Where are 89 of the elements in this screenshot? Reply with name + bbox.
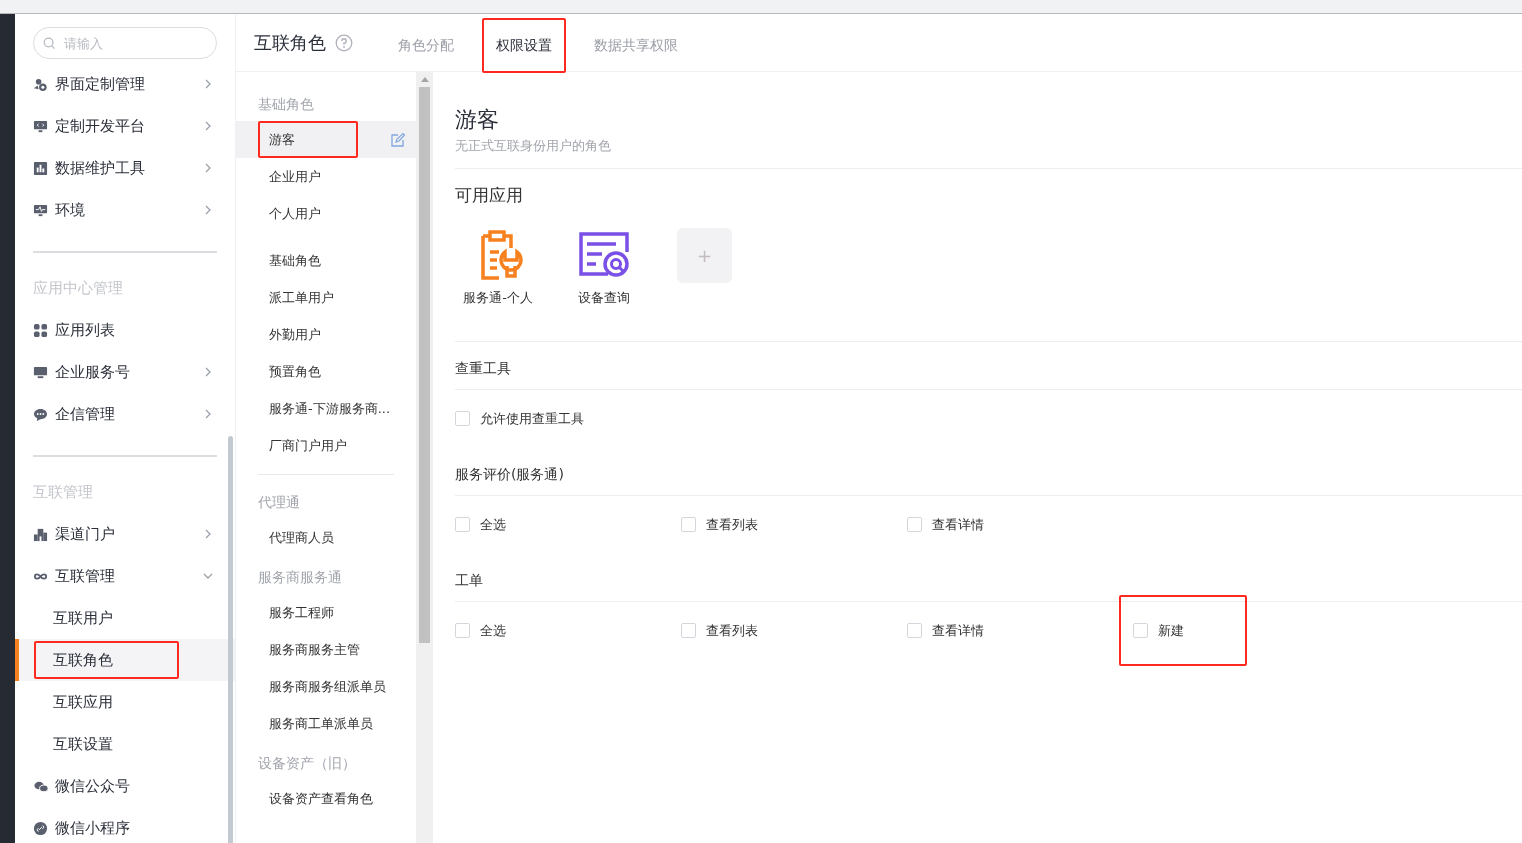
checkbox[interactable]: [455, 623, 470, 638]
chevron-right-icon: [203, 409, 213, 419]
role-title: 游客: [455, 106, 500, 134]
role-item[interactable]: 个人用户: [236, 195, 416, 232]
page-title: 互联角色: [253, 31, 326, 55]
sidebar-item[interactable]: 渠道门户: [15, 513, 235, 555]
sidebar-item[interactable]: 微信公众号: [15, 765, 235, 807]
list-scrollbar[interactable]: [416, 72, 433, 843]
help-icon[interactable]: [335, 33, 353, 52]
permission-checkbox[interactable]: 查看详情: [907, 512, 984, 537]
checkbox[interactable]: [907, 623, 922, 638]
chevron-down-icon: [203, 571, 213, 581]
sidebar-item[interactable]: 企信管理: [15, 393, 235, 435]
scrollbar[interactable]: [228, 436, 233, 843]
permission-checkbox[interactable]: 查看列表: [681, 512, 758, 537]
search-field[interactable]: 请输入: [33, 27, 217, 59]
active-indicator: [15, 639, 19, 681]
settings-icon: [33, 76, 48, 92]
sidebar-item[interactable]: 环境: [15, 189, 235, 231]
role-item[interactable]: 厂商门户用户: [236, 427, 416, 464]
bar-chart-icon: [33, 160, 48, 176]
grid-icon: [33, 322, 48, 338]
chevron-right-icon: [203, 205, 213, 215]
sidebar-item[interactable]: 微信小程序: [15, 807, 235, 843]
role-item[interactable]: 企业用户: [236, 158, 416, 195]
role-item[interactable]: 设备资产查看角色: [236, 780, 416, 817]
role-group-title: 代理通: [257, 492, 301, 512]
app-tile[interactable]: 服务通-个人: [455, 230, 541, 308]
highlight-frame: 游客: [258, 121, 358, 158]
chevron-right-icon: [203, 121, 213, 131]
role-item[interactable]: 服务商服务主管: [236, 631, 416, 668]
role-item[interactable]: 预置角色: [236, 353, 416, 390]
sidebar-item[interactable]: 企业服务号: [15, 351, 235, 393]
search-document-icon: [578, 230, 630, 280]
role-item[interactable]: 代理商人员: [236, 519, 416, 556]
role-item[interactable]: 服务商服务组派单员: [236, 668, 416, 705]
role-item[interactable]: 基础角色: [236, 242, 416, 279]
app-tile[interactable]: 设备查询: [561, 230, 647, 308]
role-description: 无正式互联身份用户的角色: [455, 136, 1522, 169]
sidebar-item[interactable]: 互联设置: [15, 723, 235, 765]
role-item[interactable]: 游客: [236, 121, 416, 158]
sidebar-item[interactable]: 界面定制管理: [15, 63, 235, 105]
permission-checkbox[interactable]: 允许使用查重工具: [455, 406, 584, 431]
checkbox[interactable]: [681, 517, 696, 532]
checkbox[interactable]: [907, 517, 922, 532]
sidebar-item[interactable]: 互联用户: [15, 597, 235, 639]
sidebar-item[interactable]: 互联管理: [15, 555, 235, 597]
sidebar-item[interactable]: 数据维护工具: [15, 147, 235, 189]
sidebar-item[interactable]: 定制开发平台: [15, 105, 235, 147]
link-circle-icon: [33, 820, 48, 836]
building-icon: [33, 526, 48, 542]
edit-icon[interactable]: [390, 131, 406, 148]
role-group-title: 服务商服务通: [257, 567, 343, 587]
role-item[interactable]: 外勤用户: [236, 316, 416, 353]
checkbox[interactable]: [1133, 623, 1148, 638]
scroll-up-icon[interactable]: [420, 76, 429, 82]
permission-group-title: 工单: [455, 553, 1522, 602]
highlight-frame: 互联角色: [34, 641, 179, 679]
monitor-icon: [33, 364, 48, 380]
monitor-pulse-icon: [33, 202, 48, 218]
permission-group-title: 查重工具: [455, 341, 1522, 390]
role-item[interactable]: 服务通-下游服务商...: [236, 390, 416, 427]
role-item[interactable]: 派工单用户: [236, 279, 416, 316]
checkbox[interactable]: [455, 411, 470, 426]
section-title: 互联管理: [32, 481, 94, 503]
permission-checkbox[interactable]: 全选: [455, 618, 506, 643]
chevron-right-icon: [203, 529, 213, 539]
tab[interactable]: 权限设置: [496, 25, 552, 66]
permission-checkbox[interactable]: 查看详情: [907, 618, 984, 643]
search-icon: [43, 37, 56, 50]
sidebar-item[interactable]: 应用列表: [15, 309, 235, 351]
checkbox[interactable]: [455, 517, 470, 532]
monitor-code-icon: [33, 118, 48, 134]
permission-checkbox[interactable]: 新建: [1133, 618, 1184, 643]
role-group-title: 基础角色: [257, 94, 315, 114]
section-title: 可用应用: [455, 183, 524, 207]
chevron-right-icon: [203, 163, 213, 173]
section-title: 应用中心管理: [32, 277, 124, 299]
role-item[interactable]: 服务工程师: [236, 594, 416, 631]
permission-group-title: 服务评价(服务通): [455, 447, 1522, 496]
sidebar-item[interactable]: 互联应用: [15, 681, 235, 723]
checkbox[interactable]: [681, 623, 696, 638]
role-group-title: 设备资产（旧）: [257, 753, 357, 773]
permission-checkbox[interactable]: 全选: [455, 512, 506, 537]
role-item[interactable]: 服务商工单派单员: [236, 705, 416, 742]
chevron-right-icon: [203, 79, 213, 89]
permission-checkbox[interactable]: 查看列表: [681, 618, 758, 643]
chat-icon: [33, 406, 48, 422]
chevron-right-icon: [203, 367, 213, 377]
